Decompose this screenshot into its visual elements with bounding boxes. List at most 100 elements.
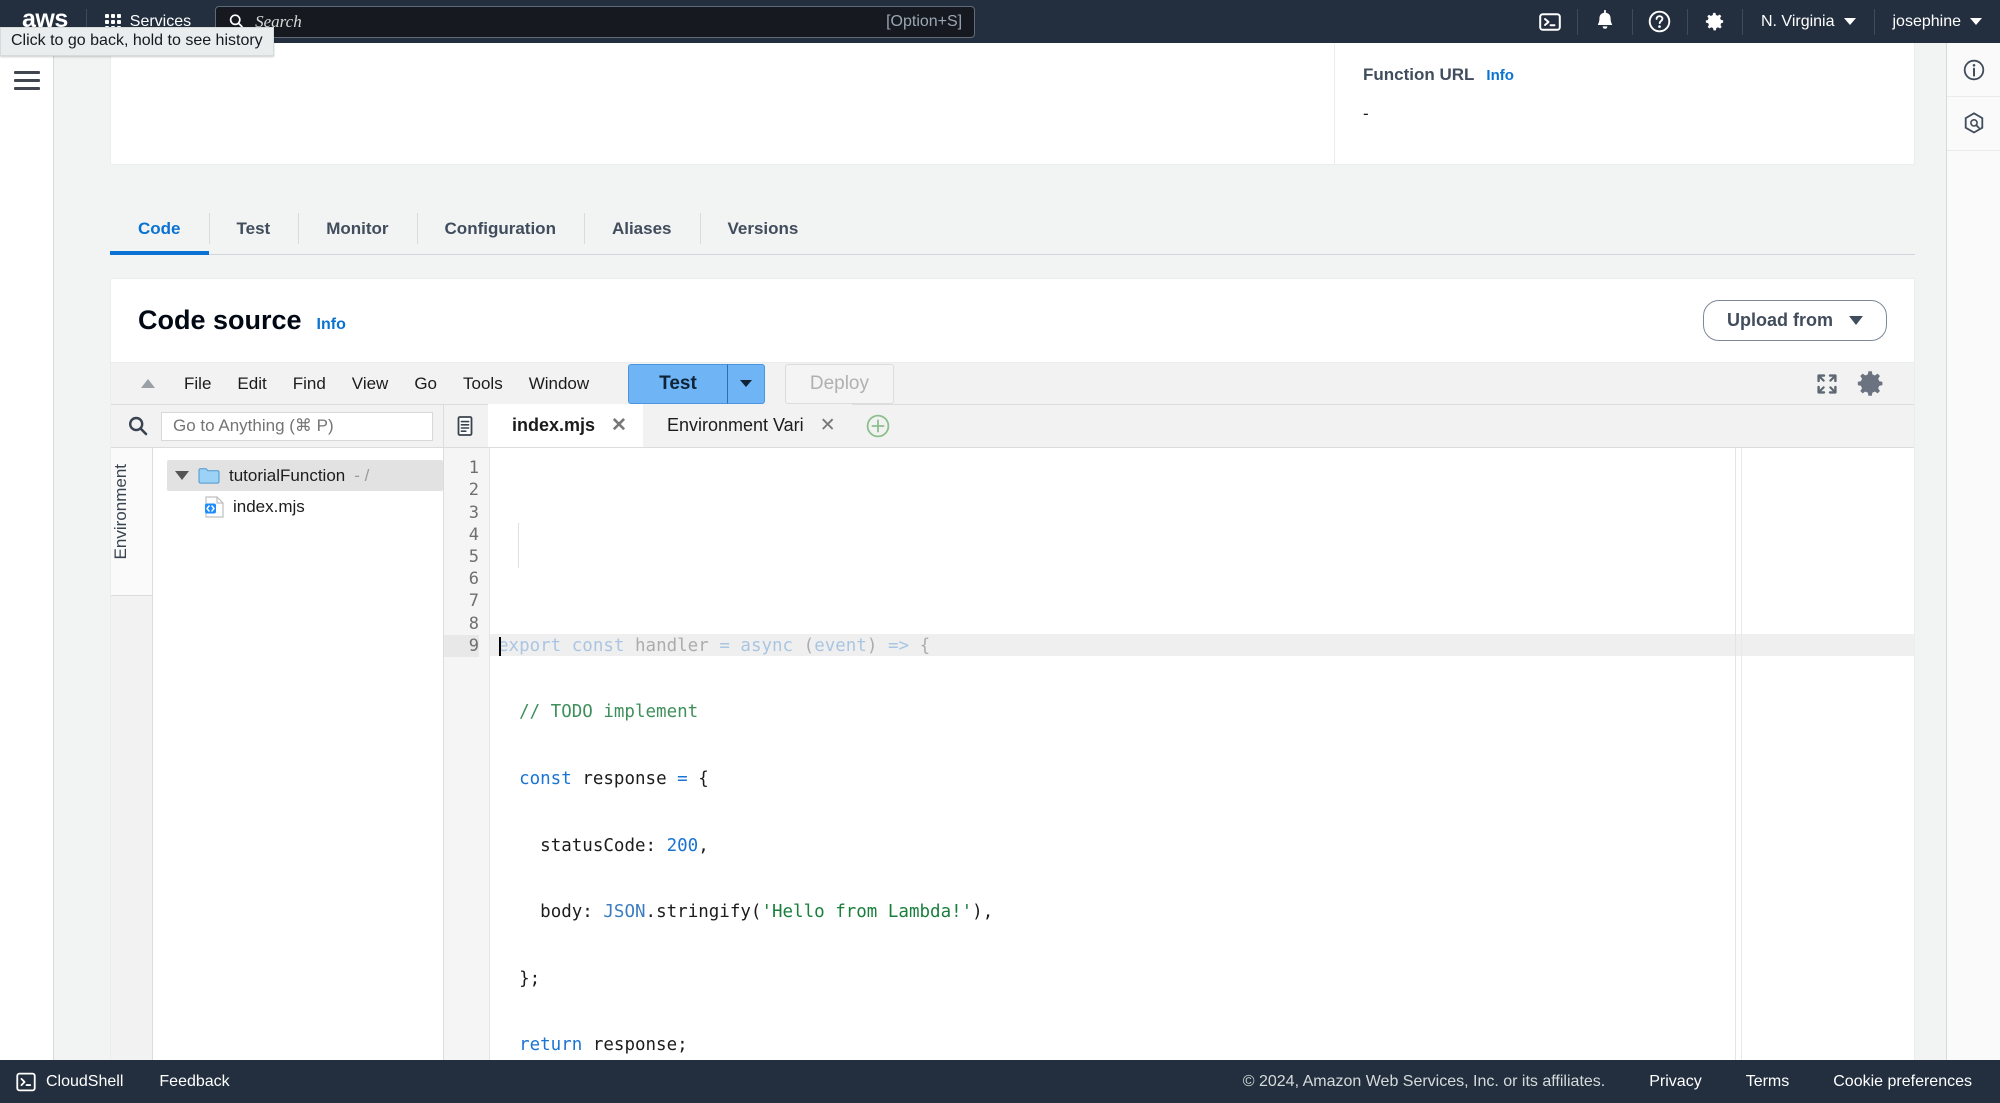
environment-strip: Environment [111, 448, 153, 1060]
code-line: return response; [519, 1035, 688, 1056]
footer-left-group: CloudShell Feedback [0, 1072, 230, 1092]
search-icon[interactable] [127, 415, 149, 437]
ide-menu-bar: File Edit Find View Go Tools Window Test… [111, 363, 1914, 406]
close-icon[interactable]: ✕ [820, 414, 836, 437]
tab-aliases[interactable]: Aliases [583, 203, 700, 254]
footer-cookie-link[interactable]: Cookie preferences [1833, 1073, 1972, 1091]
test-button[interactable]: Test [628, 363, 727, 404]
menu-find[interactable]: Find [280, 368, 339, 400]
page-title: Code source [138, 305, 302, 335]
code-editor[interactable]: 1 2 3 4 5 6 7 8 9 // TODO implement cons… [444, 448, 1914, 1060]
environment-label[interactable]: Environment [111, 464, 131, 559]
cloudshell-button[interactable] [1523, 0, 1577, 43]
editor-tab-label: Environment Vari [666, 415, 804, 436]
region-selector[interactable]: N. Virginia [1743, 0, 1874, 43]
help-button[interactable] [1633, 0, 1687, 43]
function-url-label-row: Function URL Info [1363, 65, 1914, 85]
settings-button[interactable] [1688, 0, 1742, 43]
chevron-down-icon[interactable] [175, 471, 189, 481]
footer-privacy-link[interactable]: Privacy [1649, 1073, 1701, 1091]
tab-list-button[interactable] [444, 404, 488, 447]
menu-toggle-button[interactable] [14, 71, 40, 95]
menu-window[interactable]: Window [516, 368, 602, 400]
footer-cloudshell-label: CloudShell [46, 1072, 124, 1090]
account-label: josephine [1892, 12, 1962, 30]
ide-settings-button[interactable] [1855, 368, 1886, 399]
collapse-menu-icon[interactable] [141, 379, 155, 389]
function-url-section: Function URL Info - [1334, 43, 1914, 164]
ide-toolbar-right [1815, 368, 1898, 399]
footer-cloudshell-button[interactable]: CloudShell [16, 1072, 123, 1092]
code-line: // TODO implement [519, 702, 699, 723]
footer-copyright: © 2024, Amazon Web Services, Inc. or its… [1242, 1072, 1606, 1090]
plus-circle-icon [866, 414, 889, 437]
indent-guide [518, 523, 519, 569]
code-source-header: Code source Info Upload from [111, 279, 1914, 362]
overview-left-column [111, 43, 1334, 164]
info-panel-button[interactable] [1947, 43, 2000, 97]
hamburger-line [14, 71, 40, 74]
function-tabs: Code Test Monitor Configuration Aliases … [110, 203, 1915, 255]
cloudshell-icon [1539, 12, 1561, 31]
chevron-down-icon [1843, 18, 1856, 25]
notifications-button[interactable] [1578, 0, 1632, 43]
function-url-label: Function URL [1363, 65, 1475, 84]
search-input[interactable]: Search [Option+S] [215, 5, 976, 38]
tab-label: Versions [727, 218, 799, 238]
shortcuts-panel-button[interactable] [1947, 97, 2000, 151]
chevron-down-icon [739, 380, 752, 388]
info-link[interactable]: Info [317, 316, 346, 334]
goto-anything-input[interactable] [161, 411, 433, 441]
right-rail [1946, 43, 2000, 1060]
test-dropdown-button[interactable] [726, 363, 765, 404]
info-link[interactable]: Info [1486, 67, 1514, 84]
folder-icon [198, 468, 220, 484]
ide-file-panel: Environment tutorialFunction - / [111, 405, 477, 1060]
code-source-title-row: Code source Info [138, 305, 346, 336]
footer-terms-link[interactable]: Terms [1746, 1073, 1790, 1091]
code-line: }; [519, 968, 541, 989]
editor-tab-environment-variables[interactable]: Environment Vari ✕ [642, 404, 852, 448]
tab-label: Aliases [611, 218, 672, 238]
document-list-icon [457, 415, 473, 436]
search-container: Search [Option+S] [215, 5, 976, 38]
upload-from-button[interactable]: Upload from [1703, 300, 1887, 341]
menu-view[interactable]: View [339, 368, 402, 400]
code-text-area[interactable]: export const handler = async (event) => … [490, 448, 1914, 1060]
footer-feedback-link[interactable]: Feedback [159, 1073, 229, 1091]
tree-row[interactable]: index.mjs [167, 491, 443, 522]
fullscreen-button[interactable] [1815, 372, 1839, 396]
line-number: 5 [468, 546, 479, 567]
tab-code[interactable]: Code [110, 203, 209, 255]
back-button-tooltip: Click to go back, hold to see history [0, 27, 274, 56]
line-number: 6 [468, 569, 479, 590]
tab-label: Code [138, 218, 181, 238]
tab-configuration[interactable]: Configuration [416, 203, 584, 254]
file-tree: tutorialFunction - / index.mjs [153, 448, 477, 1060]
footer-right-group: © 2024, Amazon Web Services, Inc. or its… [1243, 1073, 2000, 1091]
editor-tab-bar: index.mjs ✕ Environment Vari ✕ [444, 404, 1914, 449]
tab-versions[interactable]: Versions [699, 203, 827, 254]
menu-edit[interactable]: Edit [224, 368, 279, 400]
tab-test[interactable]: Test [208, 203, 299, 254]
gear-icon [1857, 371, 1883, 396]
account-menu[interactable]: josephine [1875, 0, 2000, 43]
menu-go[interactable]: Go [401, 368, 450, 400]
region-label: N. Virginia [1760, 12, 1835, 30]
new-tab-button[interactable] [852, 404, 904, 447]
text-cursor [499, 637, 501, 657]
active-line-highlight [490, 634, 1914, 657]
hamburger-line [14, 79, 40, 82]
left-rail [0, 43, 54, 1060]
menu-file[interactable]: File [171, 368, 224, 400]
tab-monitor[interactable]: Monitor [298, 203, 416, 254]
tree-row[interactable]: tutorialFunction - / [167, 460, 477, 492]
js-file-icon [205, 496, 224, 518]
editor-tab-index-mjs[interactable]: index.mjs ✕ [488, 404, 643, 448]
menu-tools[interactable]: Tools [450, 368, 516, 400]
deploy-button[interactable]: Deploy [784, 363, 894, 404]
upload-from-label: Upload from [1727, 310, 1833, 330]
close-icon[interactable]: ✕ [611, 414, 627, 437]
tab-label: Monitor [326, 218, 389, 238]
info-icon [1963, 59, 1984, 80]
